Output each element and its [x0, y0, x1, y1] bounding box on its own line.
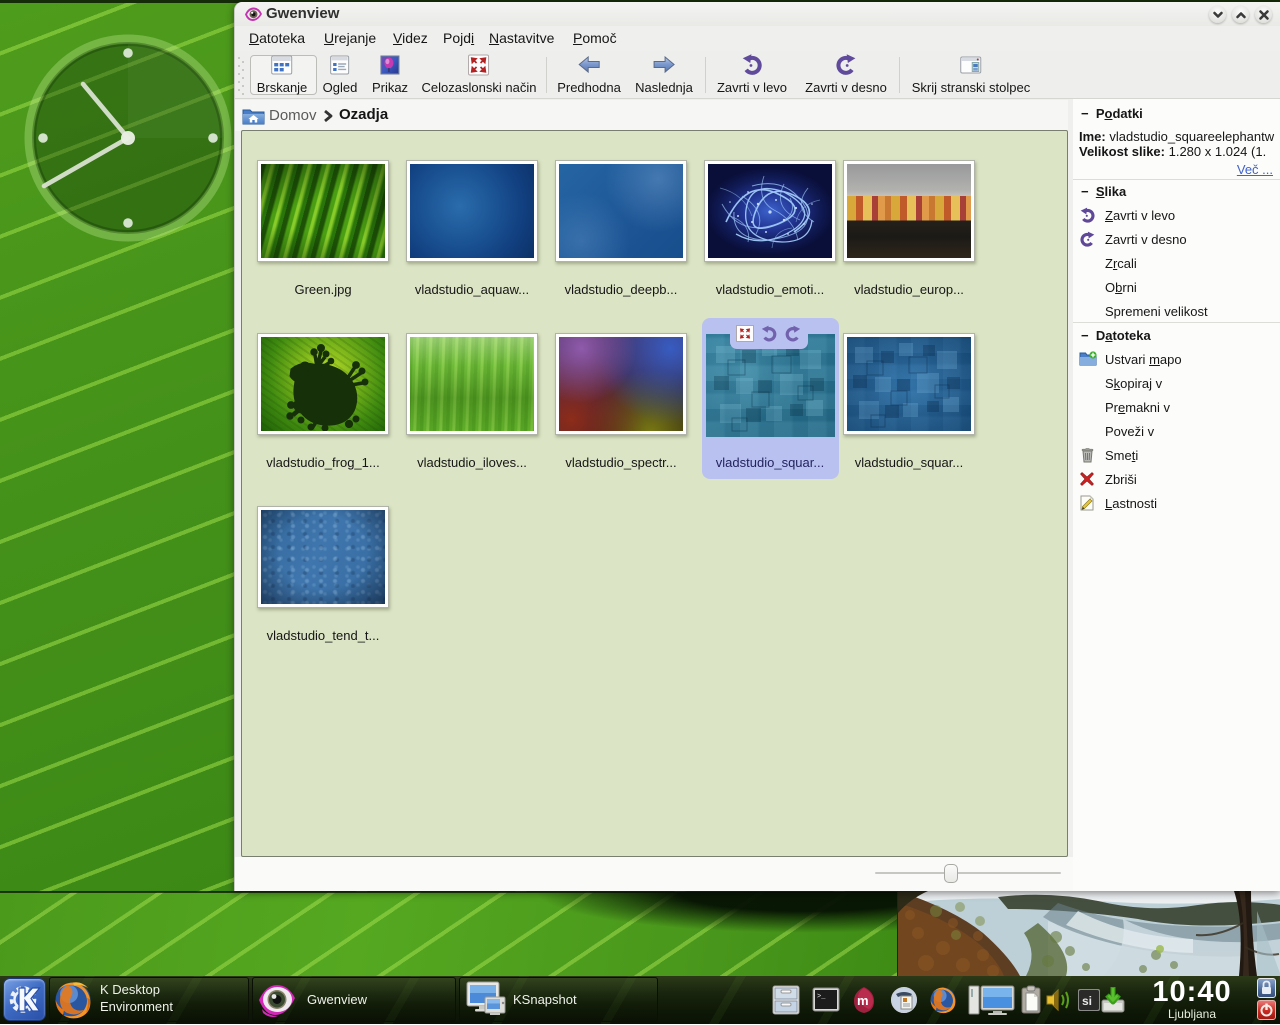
svg-text:si: si: [1082, 994, 1092, 1008]
svg-text:>_: >_: [817, 993, 826, 1001]
svg-text:m: m: [857, 993, 869, 1008]
